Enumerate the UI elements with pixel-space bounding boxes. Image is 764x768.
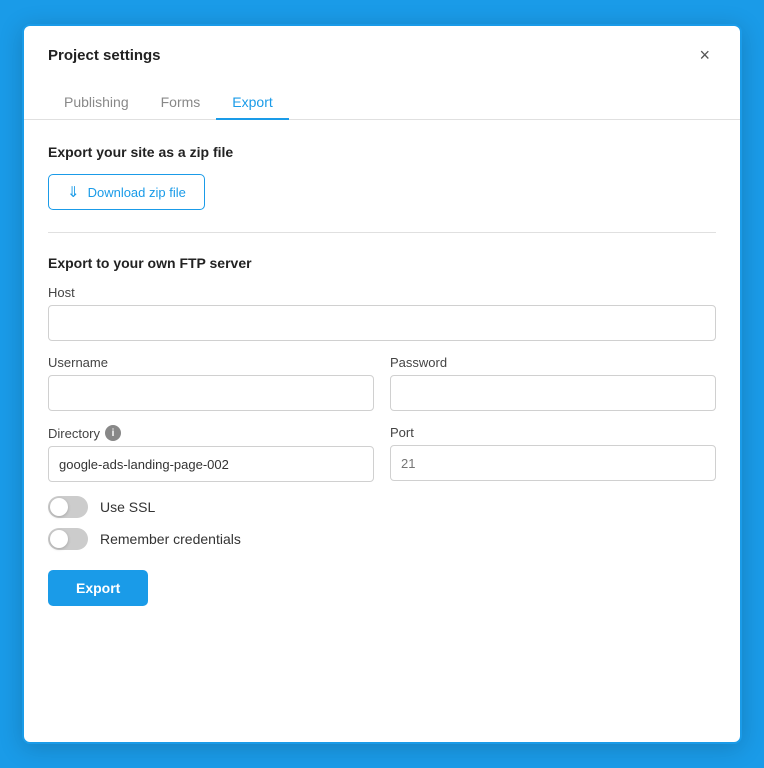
tab-publishing[interactable]: Publishing: [48, 86, 145, 120]
download-icon: ⇓: [67, 183, 80, 201]
ssl-toggle[interactable]: [48, 496, 88, 518]
username-label: Username: [48, 355, 374, 370]
directory-field-group: Directory i: [48, 425, 374, 482]
remember-toggle[interactable]: [48, 528, 88, 550]
host-input[interactable]: [48, 305, 716, 341]
ssl-toggle-label: Use SSL: [100, 499, 155, 515]
tab-export[interactable]: Export: [216, 86, 288, 120]
ftp-section: Export to your own FTP server Host Usern…: [48, 255, 716, 606]
zip-section: Export your site as a zip file ⇓ Downloa…: [48, 144, 716, 210]
ssl-toggle-thumb: [50, 498, 68, 516]
directory-label: Directory i: [48, 425, 374, 441]
remember-toggle-row: Remember credentials: [48, 528, 716, 550]
directory-port-row: Directory i Port: [48, 425, 716, 482]
password-field-group: Password: [390, 355, 716, 411]
close-button[interactable]: ×: [693, 44, 716, 66]
ssl-toggle-row: Use SSL: [48, 496, 716, 518]
dialog-header: Project settings ×: [24, 26, 740, 66]
dialog-title: Project settings: [48, 47, 161, 64]
remember-toggle-thumb: [50, 530, 68, 548]
username-input[interactable]: [48, 375, 374, 411]
tab-forms[interactable]: Forms: [145, 86, 217, 120]
zip-section-title: Export your site as a zip file: [48, 144, 716, 160]
export-button[interactable]: Export: [48, 570, 148, 606]
tab-bar: Publishing Forms Export: [24, 74, 740, 120]
port-label: Port: [390, 425, 716, 440]
download-zip-button[interactable]: ⇓ Download zip file: [48, 174, 205, 210]
port-input[interactable]: [390, 445, 716, 481]
password-label: Password: [390, 355, 716, 370]
username-field-group: Username: [48, 355, 374, 411]
remember-toggle-label: Remember credentials: [100, 531, 241, 547]
section-divider: [48, 232, 716, 233]
tab-content: Export your site as a zip file ⇓ Downloa…: [24, 120, 740, 626]
host-field-group: Host: [48, 285, 716, 341]
port-field-group: Port: [390, 425, 716, 482]
username-password-row: Username Password: [48, 355, 716, 411]
host-label: Host: [48, 285, 716, 300]
project-settings-dialog: Project settings × Publishing Forms Expo…: [22, 24, 742, 744]
password-input[interactable]: [390, 375, 716, 411]
ftp-section-title: Export to your own FTP server: [48, 255, 716, 271]
directory-info-icon: i: [105, 425, 121, 441]
directory-input[interactable]: [48, 446, 374, 482]
download-zip-label: Download zip file: [88, 185, 186, 200]
